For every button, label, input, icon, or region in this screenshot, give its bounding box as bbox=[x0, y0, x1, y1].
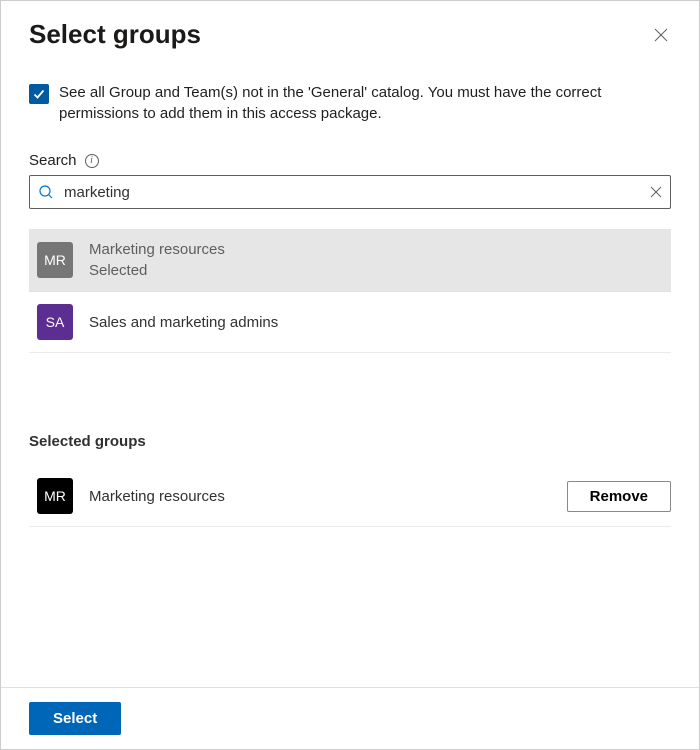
search-box[interactable] bbox=[29, 175, 671, 209]
group-avatar: MR bbox=[37, 242, 73, 278]
result-name: Sales and marketing admins bbox=[89, 314, 278, 331]
search-input[interactable] bbox=[62, 183, 642, 202]
selected-groups-list: MR Marketing resources Remove bbox=[29, 466, 671, 527]
close-button[interactable] bbox=[651, 25, 671, 45]
checkmark-icon bbox=[32, 87, 46, 101]
clear-search-button[interactable] bbox=[650, 186, 662, 198]
clear-icon bbox=[650, 186, 662, 198]
info-icon[interactable]: i bbox=[85, 154, 99, 168]
search-label: Search bbox=[29, 152, 77, 169]
group-avatar: SA bbox=[37, 304, 73, 340]
selected-group-item: MR Marketing resources Remove bbox=[29, 466, 671, 527]
see-all-groups-checkbox[interactable] bbox=[29, 84, 49, 104]
group-avatar: MR bbox=[37, 478, 73, 514]
panel-footer: Select bbox=[1, 687, 699, 749]
result-item[interactable]: MR Marketing resources Selected bbox=[29, 229, 671, 292]
search-results: MR Marketing resources Selected SA Sales… bbox=[29, 229, 671, 353]
search-icon bbox=[38, 184, 54, 200]
selected-groups-title: Selected groups bbox=[29, 433, 671, 450]
result-status: Selected bbox=[89, 262, 225, 279]
result-name: Marketing resources bbox=[89, 241, 225, 258]
selected-group-name: Marketing resources bbox=[89, 488, 551, 505]
remove-button[interactable]: Remove bbox=[567, 481, 671, 512]
close-icon bbox=[654, 28, 668, 42]
page-title: Select groups bbox=[29, 19, 201, 50]
result-item[interactable]: SA Sales and marketing admins bbox=[29, 292, 671, 353]
see-all-groups-label: See all Group and Team(s) not in the 'Ge… bbox=[59, 82, 671, 124]
select-button[interactable]: Select bbox=[29, 702, 121, 735]
